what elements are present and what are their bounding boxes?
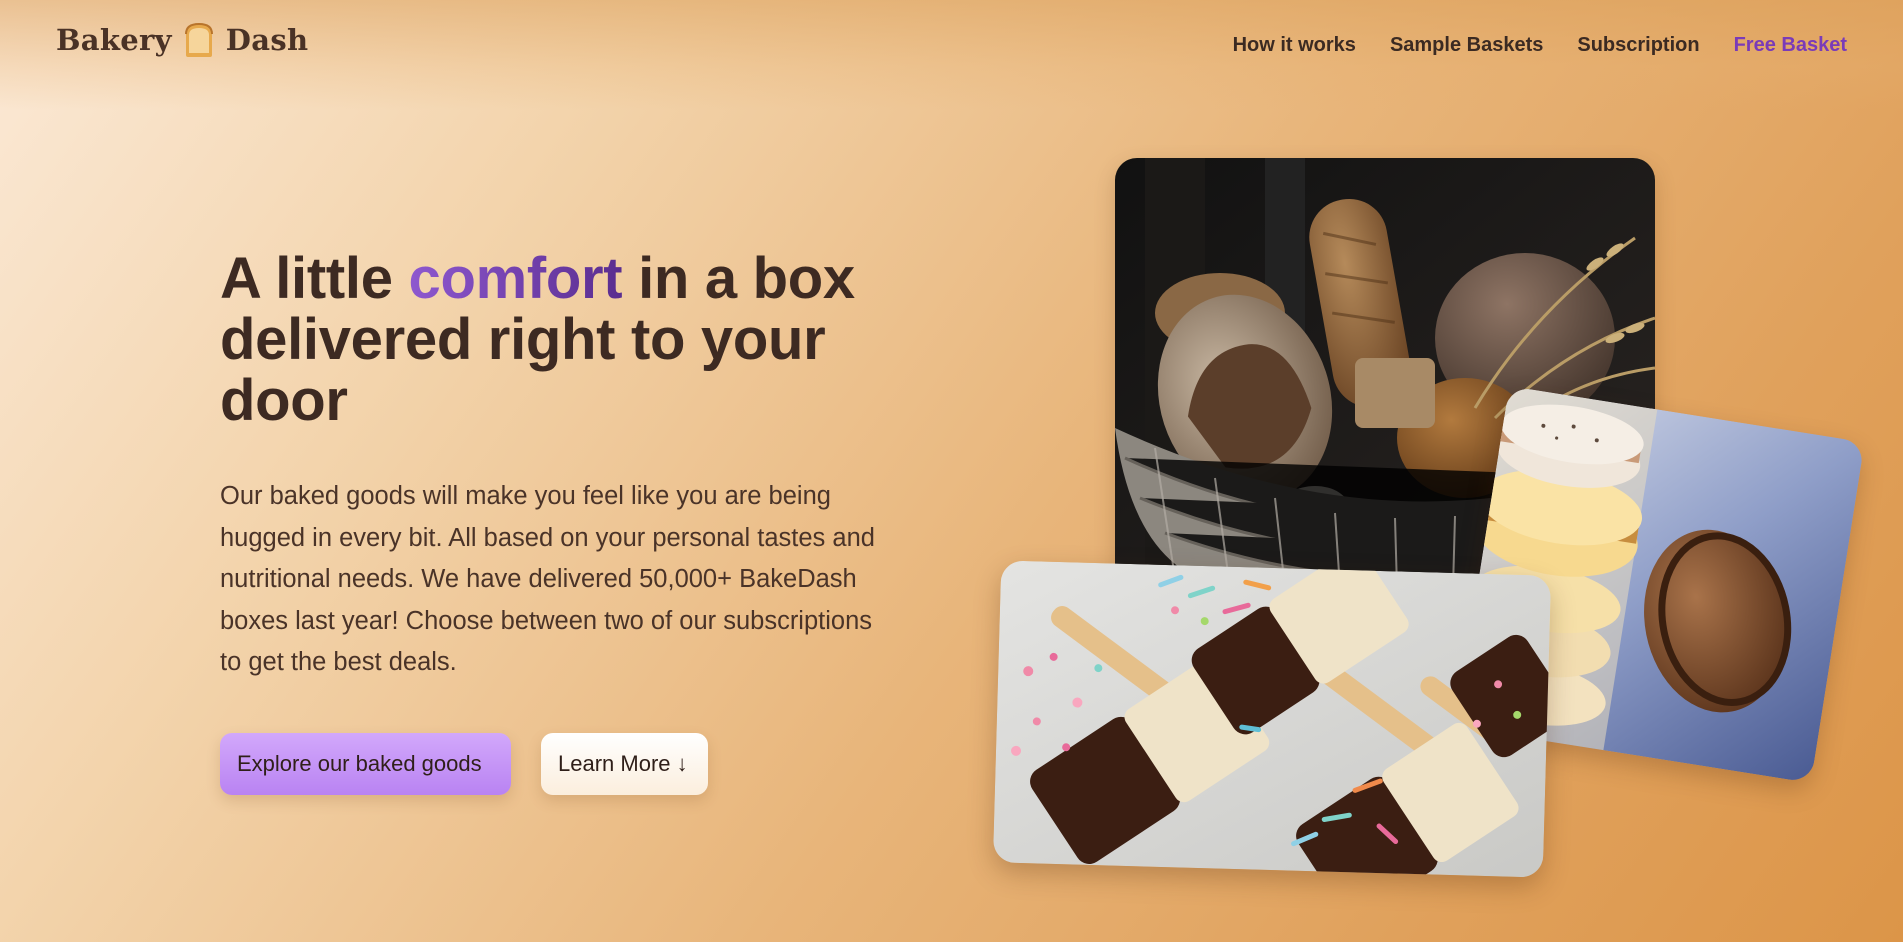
learn-more-button[interactable]: Learn More ↓ [541,733,708,795]
main-nav: How it works Sample Baskets Subscription… [1233,34,1847,57]
chocolate-rice-treats-photo [992,560,1552,878]
hero-description: Our baked goods will make you feel like … [220,482,875,676]
brand-logo[interactable]: Bakery Dash [56,22,308,58]
nav-free-basket[interactable]: Free Basket [1734,34,1847,57]
nav-sample-baskets[interactable]: Sample Baskets [1390,34,1543,57]
site-header: Bakery Dash How it works Sample Baskets … [0,0,1903,92]
hero-title: A little comfort in a box delivered righ… [220,248,940,431]
bread-toast-icon [184,22,213,57]
hero-title-highlight: comfort [408,246,623,311]
hero-actions: Explore our baked goods Learn More ↓ [220,733,708,795]
brand-name-part2: Dash [225,23,309,57]
hero-title-start: A little [220,246,409,311]
brand-name-part1: Bakery [56,23,172,57]
nav-subscription[interactable]: Subscription [1577,34,1699,57]
explore-button[interactable]: Explore our baked goods [220,733,511,795]
hero-section: A little comfort in a box delivered righ… [220,248,940,684]
nav-how-it-works[interactable]: How it works [1233,34,1356,57]
